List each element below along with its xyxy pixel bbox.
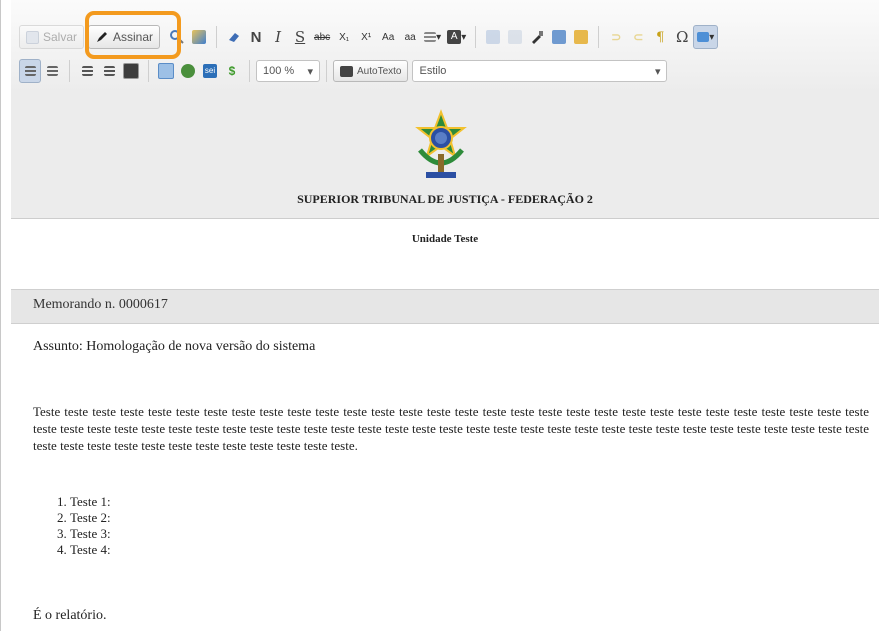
paste-button[interactable] bbox=[526, 25, 548, 49]
remove-format-button[interactable] bbox=[223, 25, 245, 49]
paste-text-icon bbox=[552, 30, 567, 44]
text-color-icon: A bbox=[447, 30, 462, 44]
increase-indent-button[interactable] bbox=[98, 59, 120, 83]
find-button[interactable] bbox=[166, 25, 188, 49]
bulleted-list-button[interactable] bbox=[41, 59, 63, 83]
chevron-down-icon: ▾ bbox=[436, 31, 442, 43]
copy-button[interactable] bbox=[504, 25, 526, 49]
subject-line[interactable]: Assunto: Homologação de nova versão do s… bbox=[33, 339, 869, 355]
style-value: Estilo bbox=[419, 65, 447, 77]
style-select[interactable]: Estilo ▾ bbox=[412, 60, 668, 82]
decrease-indent-button[interactable] bbox=[76, 59, 98, 83]
save-button[interactable]: Salvar bbox=[19, 25, 85, 49]
list-item[interactable]: Teste 4: bbox=[70, 542, 111, 558]
cut-button[interactable] bbox=[482, 25, 504, 49]
zoom-value: 100 % bbox=[263, 65, 295, 77]
superscript-button[interactable]: X¹ bbox=[355, 25, 377, 49]
brush-icon bbox=[532, 31, 544, 44]
paste-text-button[interactable] bbox=[548, 25, 570, 49]
redo-icon: ⊂ bbox=[633, 30, 644, 44]
strikethrough-button[interactable]: abc bbox=[311, 25, 333, 49]
outdent-icon bbox=[81, 66, 93, 76]
lowercase-icon: aa bbox=[404, 31, 416, 43]
sei-icon: sei bbox=[203, 64, 217, 78]
table-icon bbox=[158, 63, 174, 79]
image-icon bbox=[123, 63, 139, 79]
save-button-label: Salvar bbox=[43, 30, 78, 44]
editor-toolbar: Salvar Assinar N I S abc X₁ X¹ Aa aa ▾ A… bbox=[11, 0, 879, 94]
replace-button[interactable] bbox=[188, 25, 210, 49]
magnifier-icon bbox=[170, 30, 184, 44]
table-button[interactable] bbox=[155, 59, 177, 83]
speech-bubble-icon bbox=[340, 65, 353, 77]
memo-title: Memorando n. 0000617 bbox=[33, 297, 168, 312]
paste-word-button[interactable] bbox=[570, 25, 592, 49]
copy-icon bbox=[508, 30, 523, 44]
indent-icon bbox=[103, 66, 115, 76]
special-char-button[interactable]: Ω bbox=[671, 25, 693, 49]
bulleted-list-icon bbox=[46, 66, 58, 76]
globe-icon bbox=[181, 64, 195, 78]
uppercase-icon: Aa bbox=[382, 31, 395, 43]
unit-name: Unidade Teste bbox=[411, 233, 479, 245]
scissors-icon bbox=[486, 30, 501, 44]
bold-button[interactable]: N bbox=[245, 25, 267, 49]
sign-button-label: Assinar bbox=[113, 30, 154, 44]
test-list: Teste 1: Teste 2: Teste 3: Teste 4: bbox=[48, 494, 111, 558]
paragraph-format-button[interactable]: ▾ bbox=[421, 25, 444, 49]
list-item[interactable]: Teste 3: bbox=[70, 526, 111, 542]
sign-button[interactable]: Assinar bbox=[88, 25, 161, 49]
spellcheck-icon bbox=[697, 32, 710, 42]
text-color-button[interactable]: A ▾ bbox=[444, 25, 469, 49]
sei-link-button[interactable]: sei bbox=[199, 59, 221, 83]
chevron-down-icon: ▾ bbox=[709, 31, 715, 43]
undo-icon: ⊃ bbox=[611, 30, 622, 44]
spellcheck-button[interactable]: ▾ bbox=[693, 25, 719, 49]
show-blocks-button[interactable]: ¶ bbox=[649, 25, 671, 49]
chevron-down-icon: ▾ bbox=[461, 31, 467, 43]
list-item[interactable]: Teste 2: bbox=[70, 510, 111, 526]
paste-word-icon bbox=[574, 30, 589, 44]
autotext-button[interactable]: AutoTexto bbox=[333, 60, 409, 82]
chevron-down-icon: ▾ bbox=[654, 65, 661, 78]
pen-icon bbox=[97, 32, 108, 42]
floppy-icon bbox=[26, 30, 39, 44]
toolbar-row-2: sei $ 100 % ▾ AutoTexto Estilo ▾ bbox=[19, 56, 673, 86]
italic-button[interactable]: I bbox=[267, 25, 289, 49]
chevron-down-icon: ▾ bbox=[307, 65, 313, 78]
coat-of-arms-icon bbox=[415, 109, 467, 178]
lines-icon bbox=[424, 32, 437, 42]
subscript-button[interactable]: X₁ bbox=[333, 25, 355, 49]
eraser-icon bbox=[229, 33, 240, 42]
undo-button[interactable]: ⊃ bbox=[605, 25, 627, 49]
list-item[interactable]: Teste 1: bbox=[70, 494, 111, 510]
closing-line[interactable]: É o relatório. bbox=[33, 608, 869, 624]
numbered-list-icon bbox=[24, 66, 36, 76]
uppercase-button[interactable]: Aa bbox=[377, 25, 399, 49]
currency-button[interactable]: $ bbox=[221, 59, 243, 83]
body-paragraph[interactable]: Teste teste teste teste teste teste test… bbox=[33, 403, 869, 454]
organization-name: SUPERIOR TRIBUNAL DE JUSTIÇA - FEDERAÇÃO… bbox=[297, 192, 593, 206]
image-button[interactable] bbox=[120, 59, 142, 83]
underline-button[interactable]: S bbox=[289, 25, 311, 49]
autotext-label: AutoTexto bbox=[357, 65, 402, 77]
redo-button[interactable]: ⊂ bbox=[627, 25, 649, 49]
replace-icon bbox=[192, 30, 207, 44]
toolbar-row-1: Salvar Assinar N I S abc X₁ X¹ Aa aa ▾ A… bbox=[19, 22, 724, 52]
numbered-list-button[interactable] bbox=[19, 59, 41, 83]
zoom-select[interactable]: 100 % ▾ bbox=[256, 60, 320, 82]
link-button[interactable] bbox=[177, 59, 199, 83]
lowercase-button[interactable]: aa bbox=[399, 25, 421, 49]
